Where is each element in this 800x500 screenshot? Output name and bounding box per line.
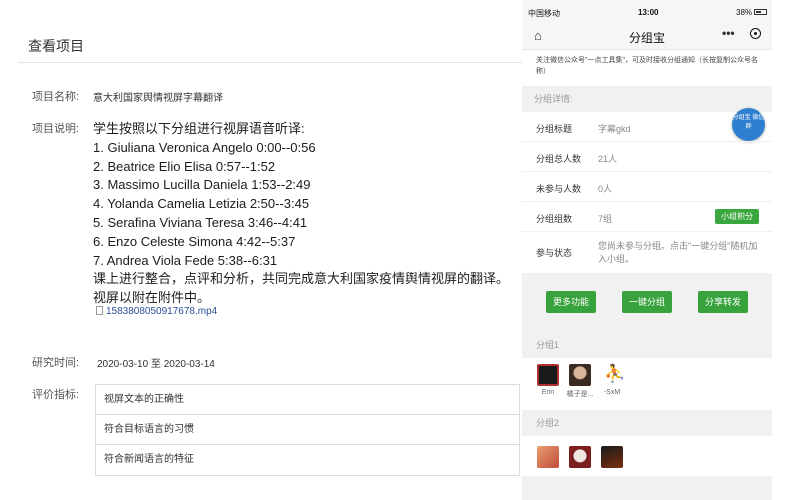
follow-notice[interactable]: 关注微信公众号"一点工具集"，可及时接收分组通知（长按复制公众号名称） [522,50,772,86]
detail-row-absent: 未参与人数 0人 [522,172,772,202]
project-name-label: 项目名称: [32,91,80,103]
detail-row-status: 参与状态 您尚未参与分组。点击"一键分组"随机加入小组。 [522,232,772,274]
more-functions-button[interactable]: 更多功能 [546,291,596,313]
phone-screen: 中国移动 13:00 38% ⌂ 分组宝 ••• 关注微信公众号"一点工具集"，… [522,0,772,500]
description-label: 项目说明: [32,123,80,135]
member-item[interactable]: -SxM [597,364,627,396]
carrier-text: 中国移动 [528,9,560,18]
description-line: 4. Yolanda Camelia Letizia 2:50--3:45 [93,196,310,212]
detail-key: 分组标题 [536,124,573,134]
details-header: 分组详情: [534,94,573,104]
detail-key: 未参与人数 [536,184,582,194]
page-title: 查看项目 [28,38,84,54]
criteria-row: 符合新闻语言的特征 [104,454,194,465]
detail-value: 您尚未参与分组。点击"一键分组"随机加入小组。 [598,241,758,264]
project-detail-panel: 查看项目 项目名称: 意大利国家舆情视屏字幕翻译 项目说明: 学生按照以下分组进… [0,0,525,500]
group2-members [522,436,772,476]
detail-value: 字幕gkd [598,124,631,134]
share-button[interactable]: 分享转发 [698,291,748,313]
avatar [601,364,625,386]
detail-row-total: 分组总人数 21人 [522,142,772,172]
description-line: 7. Andrea Viola Fede 5:38--6:31 [93,252,278,268]
member-item[interactable]: 橘子是... [565,364,595,399]
group-score-button[interactable]: 小组积分 [715,209,759,224]
criteria-table: 视屏文本的正确性 符合目标语言的习惯 符合新闻语言的特征 [95,384,520,476]
criteria-label: 评价指标: [32,389,80,401]
detail-row-groups: 分组组数 7组 小组积分 [522,202,772,232]
status-bar: 中国移动 13:00 38% [522,0,772,22]
description-line: 课上进行整合，点评和分析，共同完成意大利国家疫情舆情视屏的翻译。 [93,271,510,287]
member-item[interactable]: Erin [533,364,563,396]
description-line: 1. Giuliana Veronica Angelo 0:00--0:56 [93,139,316,155]
group1-header: 分组1 [522,332,772,358]
battery-icon [754,9,767,15]
mini-app-nav-bar: ⌂ 分组宝 ••• [522,22,772,50]
detail-value: 0人 [598,184,613,194]
close-capsule-icon[interactable] [750,28,761,39]
battery-percent: 38% [736,8,753,17]
description-line: 3. Massimo Lucilla Daniela 1:53--2:49 [93,177,311,193]
attachment-filename[interactable]: 1583808050917678.mp4 [106,306,217,317]
description-line: 6. Enzo Celeste Simona 4:42--5:37 [93,233,296,249]
avatar[interactable] [601,446,623,468]
clock-text: 13:00 [638,8,659,17]
group2-header: 分组2 [522,410,772,436]
description-line: 学生按照以下分组进行视屏语音听译: [93,121,305,136]
group-details-card: 分组宝 微信群 分组标题 字幕gkd 分组总人数 21人 未参与人数 0人 分组… [522,108,772,274]
detail-key: 参与状态 [536,248,573,258]
one-click-group-button[interactable]: 一键分组 [622,291,672,313]
member-name: Erin [541,389,555,396]
title-divider [18,62,523,63]
file-icon [96,306,103,315]
detail-key: 分组组数 [536,214,573,224]
attachment-link[interactable]: 1583808050917678.mp4 [96,306,217,317]
member-name: 橘子是... [566,391,594,398]
research-time-value: 2020-03-10 至 2020-03-14 [97,359,215,370]
project-name-value: 意大利国家舆情视屏字幕翻译 [93,93,223,104]
project-description: 学生按照以下分组进行视屏语音听译: 1. Giuliana Veronica A… [93,120,518,308]
detail-row-title: 分组标题 字幕gkd [522,112,772,142]
criteria-row: 符合目标语言的习惯 [96,415,519,445]
detail-value: 7组 [598,214,613,224]
avatar [537,364,559,386]
detail-value: 21人 [598,154,618,164]
avatar [569,364,591,386]
member-name: -SxM [603,389,621,396]
avatar[interactable] [569,446,591,468]
detail-key: 分组总人数 [536,154,582,164]
research-time-label: 研究时间: [32,357,80,369]
group1-members: Erin 橘子是... -SxM [522,358,772,410]
avatar[interactable] [537,446,559,468]
more-menu-icon[interactable]: ••• [722,26,735,40]
criteria-row: 视屏文本的正确性 [96,385,519,415]
action-buttons: 更多功能 一键分组 分享转发 [522,274,772,332]
description-line: 2. Beatrice Elio Elisa 0:57--1:52 [93,158,276,174]
description-line: 5. Serafina Viviana Teresa 3:46--4:41 [93,214,308,230]
